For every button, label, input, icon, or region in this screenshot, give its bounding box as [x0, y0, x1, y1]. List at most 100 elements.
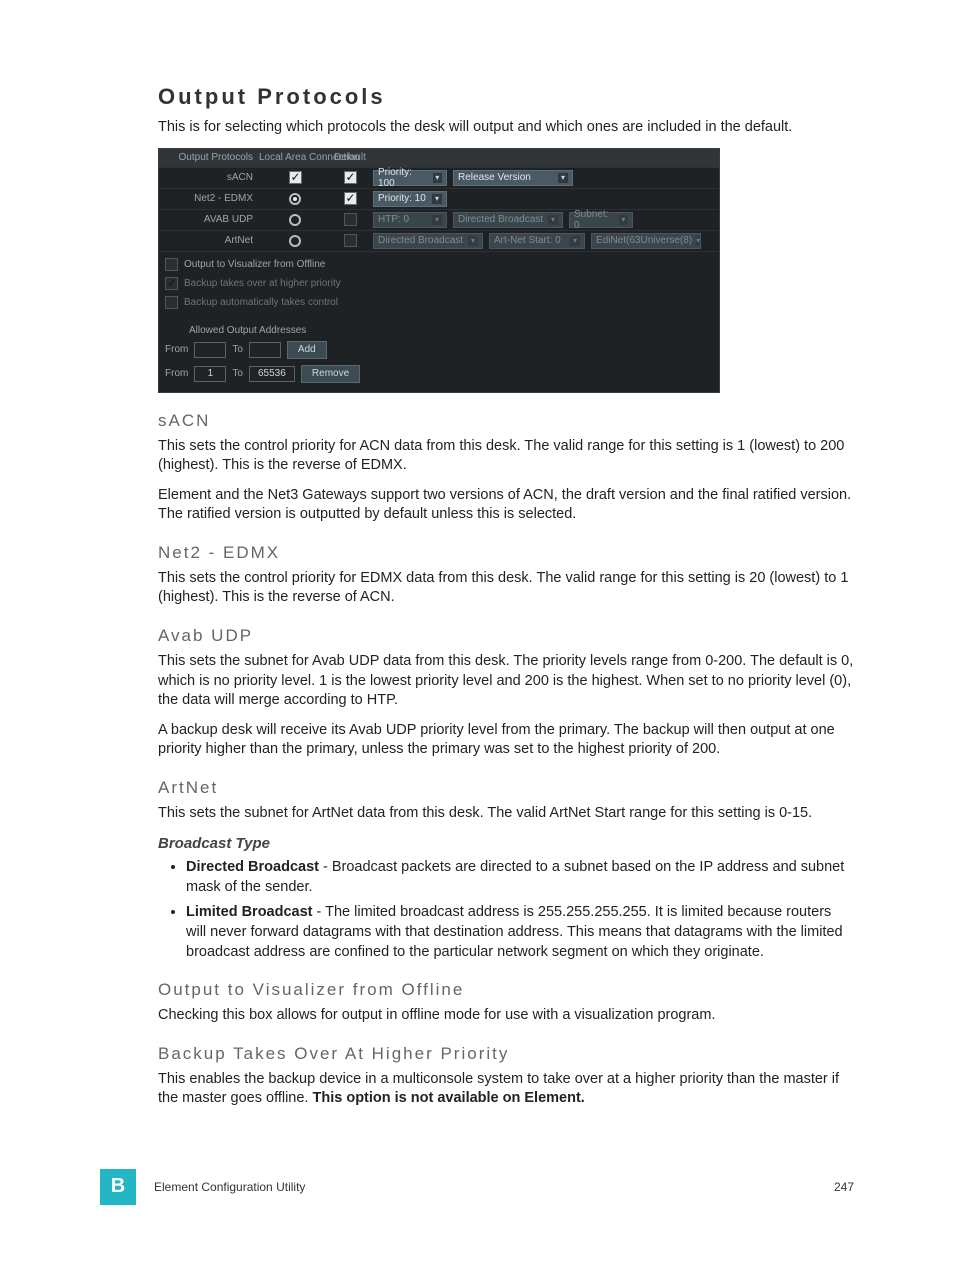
chevron-down-icon: ▾ [432, 194, 442, 204]
default-cell [331, 232, 369, 249]
lac-radio[interactable] [289, 214, 301, 226]
intro-paragraph: This is for selecting which protocols th… [158, 118, 854, 138]
section-title-avab: Avab UDP [158, 626, 854, 646]
chevron-down-icon: ▾ [696, 236, 700, 246]
dropdown-value: Subnet: 0 [574, 209, 615, 231]
dropdown-value: Priority: 100 [378, 167, 429, 189]
dropdown-value: Priority: 10 [378, 193, 426, 204]
page-title: Output Protocols [158, 84, 854, 110]
protocol-row: ArtNetDirected Broadcast▾Art-Net Start: … [159, 231, 719, 252]
panel-option-row: Backup automatically takes control [159, 293, 719, 312]
chevron-down-icon: ▾ [433, 173, 442, 183]
option-label: Backup takes over at higher priority [184, 278, 341, 289]
protocol-dropdown[interactable]: Priority: 100 ▾ [373, 170, 447, 186]
default-cell [331, 190, 369, 207]
dropdown-value: Directed Broadcast [378, 235, 463, 246]
chevron-down-icon: ▾ [432, 215, 442, 225]
panel-option-row: Backup takes over at higher priority [159, 274, 719, 293]
section-title-sacn: sACN [158, 411, 854, 431]
protocol-row: sACN Priority: 100 ▾ Release Version ▾ [159, 168, 719, 189]
panel-header-spacer [369, 156, 719, 160]
backup-p1: This enables the backup device in a mult… [158, 1070, 854, 1109]
chevron-down-icon: ▾ [468, 236, 478, 246]
net2-p1: This sets the control priority for EDMX … [158, 569, 854, 608]
alloc-remove-button[interactable]: Remove [301, 365, 360, 383]
option-checkbox[interactable] [165, 258, 178, 271]
protocol-dropdown: EdiNet(63Universe(8) ▾ [591, 233, 701, 249]
lac-radio[interactable] [289, 235, 301, 247]
default-checkbox[interactable] [344, 171, 357, 184]
dropdown-value: Directed Broadcast [458, 214, 543, 225]
lac-radio[interactable] [289, 193, 301, 205]
protocol-dropdown[interactable]: Release Version ▾ [453, 170, 573, 186]
protocol-label: Net2 - EDMX [159, 191, 259, 206]
alloc-to-label-2: To [232, 368, 243, 379]
chevron-down-icon: ▾ [558, 173, 568, 183]
alloc-from-label-2: From [165, 368, 188, 379]
protocol-dropdown[interactable]: Priority: 10 ▾ [373, 191, 447, 207]
panel-option-row: Output to Visualizer from Offline [159, 255, 719, 274]
default-checkbox[interactable] [344, 213, 357, 226]
option-label: Output to Visualizer from Offline [184, 259, 325, 270]
limited-broadcast-term: Limited Broadcast [186, 904, 313, 920]
protocol-row: AVAB UDPHTP: 0▾Directed Broadcast▾Subnet… [159, 210, 719, 231]
avab-p2: A backup desk will receive its Avab UDP … [158, 721, 854, 760]
default-checkbox[interactable] [344, 234, 357, 247]
protocol-dropdown: Directed Broadcast ▾ [373, 233, 483, 249]
alloc-row-remove: From 1 To 65536 Remove [159, 362, 719, 386]
avab-p1: This sets the subnet for Avab UDP data f… [158, 652, 854, 711]
lac-checkbox[interactable] [289, 171, 302, 184]
lac-cell [259, 212, 331, 228]
option-label: Backup automatically takes control [184, 297, 338, 308]
alloc-add-button[interactable]: Add [287, 341, 327, 359]
option-checkbox[interactable] [165, 277, 178, 290]
broadcast-type-list: Directed Broadcast - Broadcast packets a… [186, 858, 854, 962]
dropdown-value: HTP: 0 [378, 214, 409, 225]
default-cell [331, 169, 369, 186]
sacn-p2: Element and the Net3 Gateways support tw… [158, 486, 854, 525]
protocol-dropdown: Art-Net Start: 0 ▾ [489, 233, 585, 249]
dropdown-value: EdiNet(63Universe(8) [596, 235, 692, 246]
alloc-row-add: From To Add [159, 338, 719, 362]
list-item: Directed Broadcast - Broadcast packets a… [186, 858, 854, 897]
section-title-visualizer: Output to Visualizer from Offline [158, 980, 854, 1000]
alloc-to-input-blank[interactable] [249, 342, 281, 358]
option-checkbox[interactable] [165, 296, 178, 309]
protocol-dropdown: HTP: 0 ▾ [373, 212, 447, 228]
list-item: Limited Broadcast - The limited broadcas… [186, 903, 854, 962]
default-cell [331, 211, 369, 228]
directed-broadcast-term: Directed Broadcast [186, 859, 319, 875]
alloc-to-label: To [232, 344, 243, 355]
protocol-fields: Directed Broadcast▾Art-Net Start: 0▾EdiN… [369, 231, 719, 251]
appendix-badge: B [100, 1169, 136, 1205]
dropdown-value: Release Version [458, 172, 531, 183]
lac-cell [259, 233, 331, 249]
protocol-row: Net2 - EDMX Priority: 10 ▾ [159, 189, 719, 210]
sacn-p1: This sets the control priority for ACN d… [158, 437, 854, 476]
broadcast-type-heading: Broadcast Type [158, 835, 854, 852]
protocol-label: ArtNet [159, 233, 259, 248]
footer-text: Element Configuration Utility [136, 1180, 834, 1194]
panel-header-row: Output Protocols Local Area Connection D… [159, 149, 719, 168]
alloc-from-input[interactable]: 1 [194, 366, 226, 382]
lac-cell [259, 191, 331, 207]
lac-cell [259, 169, 331, 186]
protocol-fields: Priority: 100 ▾ Release Version ▾ [369, 168, 719, 188]
default-checkbox[interactable] [344, 192, 357, 205]
alloc-from-input-blank[interactable] [194, 342, 226, 358]
artnet-p1: This sets the subnet for ArtNet data fro… [158, 804, 854, 824]
protocol-label: sACN [159, 170, 259, 185]
alloc-to-input[interactable]: 65536 [249, 366, 295, 382]
protocol-dropdown: Directed Broadcast ▾ [453, 212, 563, 228]
page-number: 247 [834, 1180, 854, 1194]
protocol-dropdown: Subnet: 0 ▾ [569, 212, 633, 228]
output-protocols-panel: Output Protocols Local Area Connection D… [158, 148, 720, 393]
dropdown-value: Art-Net Start: 0 [494, 235, 561, 246]
panel-header-lac: Local Area Connection [259, 150, 331, 165]
chevron-down-icon: ▾ [619, 215, 628, 225]
visualizer-p1: Checking this box allows for output in o… [158, 1006, 854, 1026]
chevron-down-icon: ▾ [570, 236, 580, 246]
panel-header-protocols: Output Protocols [159, 150, 259, 165]
chevron-down-icon: ▾ [548, 215, 558, 225]
section-title-backup: Backup Takes Over At Higher Priority [158, 1044, 854, 1064]
